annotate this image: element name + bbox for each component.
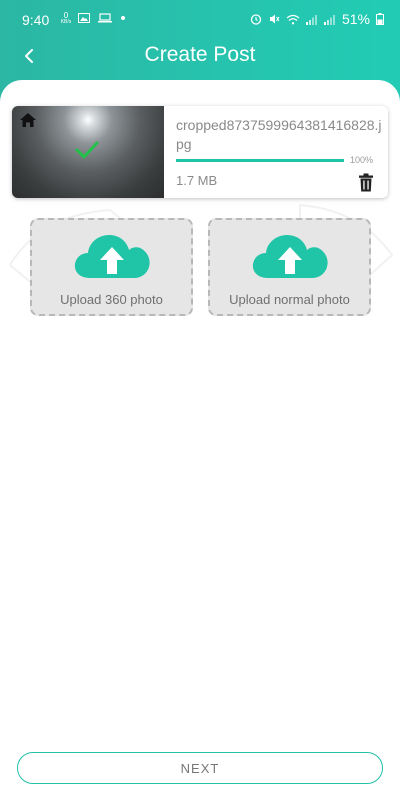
status-time: 9:40 [22,12,50,28]
signal-icon-1 [305,14,317,25]
upload-progress-text: 100% [350,155,374,165]
alarm-icon [250,14,262,25]
photo-thumbnail[interactable] [12,106,164,198]
page-title: Create Post [144,43,256,66]
gallery-icon [78,13,90,23]
next-button[interactable]: NEXT [17,752,383,784]
cloud-upload-icon [74,235,150,278]
upload-360-photo-button[interactable]: Upload 360 photo [30,218,193,316]
upload-360-label: Upload 360 photo [60,292,163,307]
checkmark-icon [75,141,99,159]
trash-icon [359,173,373,192]
network-speed: 0 KB/s [60,12,72,26]
system-status-icons: 51% [250,11,384,27]
network-speed-value: 0 [63,11,69,20]
file-name: cropped8737599964381416828.jpg [176,117,382,152]
notification-icons [78,13,126,23]
battery-percent: 51% [341,11,370,27]
laptop-icon [98,13,112,23]
upload-normal-photo-button[interactable]: Upload normal photo [208,218,371,316]
wifi-icon [286,14,300,24]
mute-icon [269,14,280,24]
home-icon [20,113,36,127]
signal-icon-2 [323,14,335,25]
upload-normal-label: Upload normal photo [229,292,350,307]
uploaded-file-card: cropped8737599964381416828.jpg 100% 1.7 … [12,106,388,198]
cloud-upload-icon [252,235,328,278]
status-bar: 9:40 0 KB/s 51% [0,0,400,34]
file-size: 1.7 MB [176,173,218,188]
network-speed-unit: KB/s [60,19,72,25]
upload-progress-fill [176,159,344,162]
delete-file-button[interactable] [358,173,376,193]
battery-icon [376,13,384,25]
upload-progress-bar [176,159,344,162]
dot-icon [121,16,125,20]
